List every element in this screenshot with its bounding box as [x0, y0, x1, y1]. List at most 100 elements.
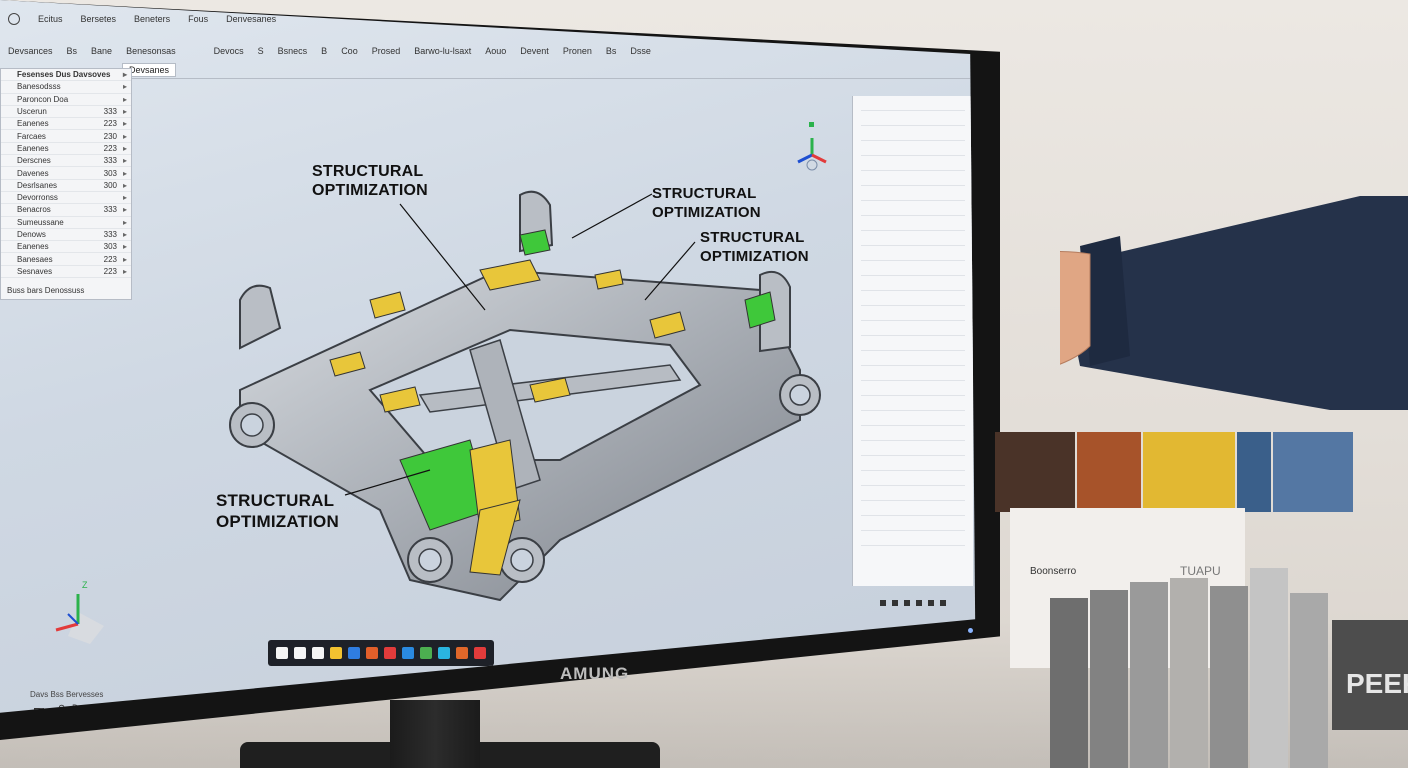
chevron-right-icon[interactable]: ▸ [117, 193, 127, 202]
toolbar-item[interactable]: Aouo [485, 46, 506, 56]
chevron-right-icon[interactable]: ▸ [117, 267, 127, 276]
tree-item[interactable]: Uscerun 333 ▸ [1, 106, 131, 119]
property-row[interactable] [861, 385, 965, 396]
property-row[interactable] [861, 100, 965, 111]
tray-icon[interactable] [940, 600, 946, 606]
taskbar-app-icon[interactable] [366, 647, 378, 659]
tray-icon[interactable] [892, 600, 898, 606]
taskbar-app-icon[interactable] [438, 647, 450, 659]
toolbar-item[interactable]: Devocs [214, 46, 244, 56]
property-row[interactable] [861, 130, 965, 141]
taskbar-app-icon[interactable] [294, 647, 306, 659]
chevron-right-icon[interactable]: ▸ [117, 144, 127, 153]
toolbar-item[interactable]: Pronen [563, 46, 592, 56]
property-row[interactable] [861, 460, 965, 471]
ribbon-item[interactable]: Benesonsas [126, 46, 176, 56]
toolbar-item[interactable]: S [258, 46, 264, 56]
ribbon-item[interactable]: Bane [91, 46, 112, 56]
tree-item[interactable]: Benacros 333 ▸ [1, 204, 131, 217]
tree-item[interactable]: Sesnaves 223 ▸ [1, 266, 131, 279]
property-row[interactable] [861, 430, 965, 441]
tray-icon[interactable] [904, 600, 910, 606]
ribbon-item[interactable]: Bs [67, 46, 78, 56]
tree-item[interactable]: Devorronss ▸ [1, 192, 131, 205]
property-row[interactable] [861, 115, 965, 126]
property-row[interactable] [861, 265, 965, 276]
property-row[interactable] [861, 535, 965, 546]
property-row[interactable] [861, 505, 965, 516]
taskbar-app-icon[interactable] [474, 647, 486, 659]
toolbar-item[interactable]: Barwo-lu-lsaxt [414, 46, 471, 56]
tree-item[interactable]: Davenes 303 ▸ [1, 167, 131, 180]
chevron-right-icon[interactable]: ▸ [117, 156, 127, 165]
chevron-right-icon[interactable]: ▸ [117, 70, 127, 79]
tree-item[interactable]: Denows 333 ▸ [1, 229, 131, 242]
toolbar-item[interactable]: Dsse [630, 46, 651, 56]
tree-item[interactable]: Banesaes 223 ▸ [1, 253, 131, 266]
property-row[interactable] [861, 235, 965, 246]
chevron-right-icon[interactable]: ▸ [117, 107, 127, 116]
property-row[interactable] [861, 250, 965, 261]
toolbar-item[interactable]: Bs [606, 46, 617, 56]
chevron-right-icon[interactable]: ▸ [117, 218, 127, 227]
orientation-triad-icon[interactable] [790, 110, 840, 180]
property-row[interactable] [861, 220, 965, 231]
property-row[interactable] [861, 205, 965, 216]
property-row[interactable] [861, 400, 965, 411]
property-row[interactable] [861, 370, 965, 381]
property-row[interactable] [861, 325, 965, 336]
tree-item[interactable]: Desrlsanes 300 ▸ [1, 180, 131, 192]
taskbar-app-icon[interactable] [420, 647, 432, 659]
property-row[interactable] [861, 160, 965, 171]
property-row[interactable] [861, 490, 965, 501]
property-row[interactable] [861, 415, 965, 426]
chevron-right-icon[interactable]: ▸ [117, 255, 127, 264]
tree-item[interactable]: Eanenes 223 ▸ [1, 118, 131, 131]
property-row[interactable] [861, 145, 965, 156]
taskbar-app-icon[interactable] [330, 647, 342, 659]
taskbar-app-icon[interactable] [276, 647, 288, 659]
chevron-right-icon[interactable]: ▸ [117, 242, 127, 251]
ribbon-item[interactable]: Devsances [8, 46, 53, 56]
chevron-right-icon[interactable]: ▸ [117, 205, 127, 214]
toolbar-item[interactable]: Devent [520, 46, 549, 56]
chevron-right-icon[interactable]: ▸ [117, 230, 127, 239]
toolbar-item[interactable]: B [321, 46, 327, 56]
tree-item[interactable]: Sumeussane ▸ [1, 217, 131, 229]
chevron-right-icon[interactable]: ▸ [117, 132, 127, 141]
property-row[interactable] [861, 445, 965, 456]
property-row[interactable] [861, 295, 965, 306]
toolbar-item[interactable]: Prosed [372, 46, 401, 56]
tree-item[interactable]: Derscnes 333 ▸ [1, 155, 131, 168]
taskbar-app-icon[interactable] [312, 647, 324, 659]
tray-icon[interactable] [880, 600, 886, 606]
menu-item[interactable]: Bersetes [81, 14, 117, 24]
chevron-right-icon[interactable]: ▸ [117, 181, 127, 190]
taskbar-app-icon[interactable] [348, 647, 360, 659]
menu-item[interactable]: Beneters [134, 14, 170, 24]
chevron-right-icon[interactable]: ▸ [117, 169, 127, 178]
chevron-right-icon[interactable]: ▸ [117, 119, 127, 128]
property-row[interactable] [861, 355, 965, 366]
property-row[interactable] [861, 175, 965, 186]
toolbar-item[interactable]: Coo [341, 46, 358, 56]
tree-item[interactable]: Farcaes 230 ▸ [1, 130, 131, 143]
tree-item[interactable]: Eanenes 223 ▸ [1, 143, 131, 156]
menu-item[interactable]: Ecitus [38, 14, 63, 24]
property-row[interactable] [861, 520, 965, 531]
toolbar-item[interactable]: Bsnecs [278, 46, 308, 56]
property-row[interactable] [861, 340, 965, 351]
property-row[interactable] [861, 190, 965, 201]
menu-item[interactable]: Denvesanes [226, 14, 276, 24]
taskbar-app-icon[interactable] [402, 647, 414, 659]
tree-item[interactable]: Banesodsss ▸ [1, 81, 131, 94]
chevron-right-icon[interactable]: ▸ [117, 82, 127, 91]
tray-icon[interactable] [916, 600, 922, 606]
property-row[interactable] [861, 310, 965, 321]
property-row[interactable] [861, 280, 965, 291]
chevron-right-icon[interactable]: ▸ [117, 95, 127, 104]
tree-item[interactable]: Paroncon Doa ▸ [1, 94, 131, 106]
tray-icon[interactable] [928, 600, 934, 606]
taskbar-app-icon[interactable] [384, 647, 396, 659]
property-row[interactable] [861, 475, 965, 486]
